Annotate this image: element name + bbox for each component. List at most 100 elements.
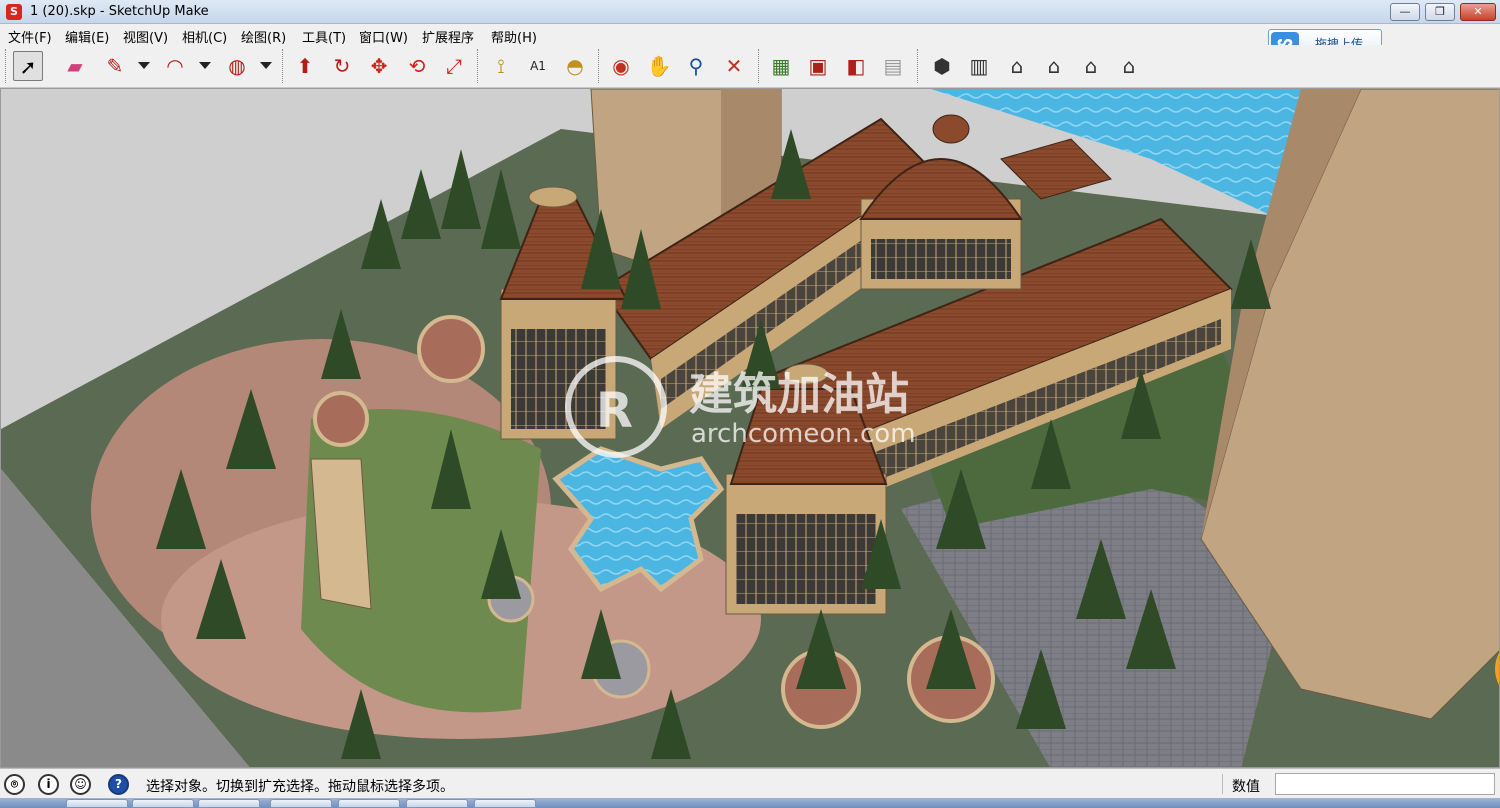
share-model-icon: ◧	[846, 54, 866, 78]
pan-tool-button[interactable]: ✋	[644, 51, 674, 81]
menu-file[interactable]: 文件(F)	[8, 27, 52, 46]
move-arrows-icon: ✥	[370, 54, 388, 78]
toolbar-grip[interactable]	[477, 49, 481, 83]
front-house-icon: ⌂	[1010, 54, 1024, 78]
minimize-button[interactable]: —	[1390, 3, 1420, 21]
menu-extensions[interactable]: 扩展程序	[422, 27, 474, 46]
taskbar-button[interactable]	[406, 799, 468, 808]
shape-tool-button[interactable]: ◍	[222, 51, 252, 81]
zoom-extents-tool-button[interactable]: ✕	[719, 51, 749, 81]
right-view-button[interactable]: ⌂	[1039, 51, 1069, 81]
arc-tool-button[interactable]: ◠	[160, 51, 190, 81]
rotate-icon: ⟲	[408, 54, 426, 78]
planter	[313, 391, 369, 447]
maximize-button[interactable]: ❐	[1425, 3, 1455, 21]
menu-edit[interactable]: 编辑(E)	[65, 27, 109, 46]
watermark-subtext: archcomeon.com	[691, 419, 916, 449]
left-view-button[interactable]: ⌂	[1114, 51, 1144, 81]
measurements-input[interactable]	[1275, 773, 1495, 795]
taskbar-button[interactable]	[132, 799, 194, 808]
orbit-icon: ◉	[612, 54, 630, 78]
title-bar: S 1 (20).skp - SketchUp Make — ❐ ✕	[0, 0, 1500, 24]
taskbar-button[interactable]	[474, 799, 536, 808]
select-tool-button[interactable]: ➚	[13, 51, 43, 81]
shape-dropdown-icon[interactable]	[260, 62, 272, 69]
turret-right-windows	[736, 514, 876, 604]
hand-icon: ✋	[646, 54, 672, 78]
top-house-icon: ▥	[969, 54, 989, 78]
paint-bucket-icon: ◓	[566, 54, 584, 78]
line-tool-button[interactable]: ✎	[100, 51, 130, 81]
magnifier-icon: ⚲	[688, 54, 704, 78]
text-tool-button[interactable]: A1	[523, 51, 553, 81]
push-pull-icon: ⬆	[296, 54, 314, 78]
tape-measure-icon: ⟟	[497, 54, 505, 78]
select-arrow-icon: ➚	[19, 55, 37, 79]
sketchup-window: S 1 (20).skp - SketchUp Make — ❐ ✕ 文件(F)…	[0, 0, 1500, 808]
watermark-text: 建筑加油站	[689, 369, 909, 420]
menu-tools[interactable]: 工具(T)	[302, 27, 346, 46]
menu-camera[interactable]: 相机(C)	[182, 27, 227, 46]
iso-house-icon: ⬢	[933, 54, 951, 78]
orbit-tool-button[interactable]: ◉	[606, 51, 636, 81]
geolocation-icon[interactable]: ⌾	[4, 774, 25, 795]
measurements-label: 数值	[1232, 779, 1260, 795]
pencil-icon: ✎	[106, 54, 124, 78]
push-pull-tool-button[interactable]: ⬆	[290, 51, 320, 81]
eraser-tool-button[interactable]: ▰	[60, 51, 90, 81]
add-location-button[interactable]: ▦	[766, 51, 796, 81]
line-dropdown-icon[interactable]	[138, 62, 150, 69]
zoom-tool-button[interactable]: ⚲	[681, 51, 711, 81]
credits-info-icon[interactable]: i	[38, 774, 59, 795]
left-house-icon: ⌂	[1122, 54, 1136, 78]
iso-view-button[interactable]: ⬢	[927, 51, 957, 81]
scale-tool-button[interactable]: ⤢	[439, 51, 469, 81]
menu-window[interactable]: 窗口(W)	[359, 27, 408, 46]
toolbar-grip[interactable]	[282, 49, 286, 83]
status-message: 选择对象。切换到扩充选择。拖动鼠标选择多项。	[146, 779, 454, 795]
close-button[interactable]: ✕	[1460, 3, 1496, 21]
top-view-button[interactable]: ▥	[964, 51, 994, 81]
planter	[417, 315, 485, 383]
toolbar-grip[interactable]	[598, 49, 602, 83]
toolbar-grip[interactable]	[5, 49, 9, 83]
menu-view[interactable]: 视图(V)	[123, 27, 168, 46]
garden-stairs	[310, 458, 372, 610]
toolbar-grip[interactable]	[917, 49, 921, 83]
move-tool-button[interactable]: ✥	[364, 51, 394, 81]
taskbar-button[interactable]	[66, 799, 128, 808]
window-title: 1 (20).skp - SketchUp Make	[30, 4, 209, 19]
model-viewport[interactable]: R 建筑加油站 archcomeon.com	[0, 88, 1500, 768]
turret-left-windows	[511, 329, 606, 429]
taskbar-button[interactable]	[270, 799, 332, 808]
paint-bucket-tool-button[interactable]: ◓	[560, 51, 590, 81]
toolbar-grip[interactable]	[758, 49, 762, 83]
user-account-icon[interactable]: ☺	[70, 774, 91, 795]
right-house-icon: ⌂	[1047, 54, 1061, 78]
front-view-button[interactable]: ⌂	[1002, 51, 1032, 81]
tape-measure-tool-button[interactable]: ⟟	[486, 51, 516, 81]
warehouse-icon: ▣	[808, 54, 828, 78]
share-model-button[interactable]: ◧	[841, 51, 871, 81]
menu-draw[interactable]: 绘图(R)	[241, 27, 286, 46]
eraser-icon: ▰	[67, 54, 83, 78]
menu-help[interactable]: 帮助(H)	[491, 27, 537, 46]
3d-warehouse-button[interactable]: ▣	[803, 51, 833, 81]
arc-dropdown-icon[interactable]	[199, 62, 211, 69]
follow-me-icon: ↻	[333, 54, 351, 78]
status-separator	[1222, 774, 1223, 794]
help-icon[interactable]: ?	[108, 774, 129, 795]
back-view-button[interactable]: ⌂	[1076, 51, 1106, 81]
main-toolbar: ➚ ▰ ✎ ◠ ◍ ⬆ ↻ ✥ ⟲ ⤢ ⟟ A1 ◓ ◉ ✋ ⚲ ✕ ▦ ▣ ◧…	[0, 45, 1500, 88]
extension-warehouse-button[interactable]: ▤	[878, 51, 908, 81]
arc-icon: ◠	[166, 54, 184, 78]
model-render: R 建筑加油站 archcomeon.com	[1, 89, 1499, 767]
turret-left-cap	[528, 186, 578, 208]
sketchup-logo-icon: S	[6, 4, 22, 20]
taskbar-button[interactable]	[338, 799, 400, 808]
dome-lantern	[932, 114, 970, 144]
follow-me-tool-button[interactable]: ↻	[327, 51, 357, 81]
map-location-icon: ▦	[771, 54, 791, 78]
taskbar-button[interactable]	[198, 799, 260, 808]
rotate-tool-button[interactable]: ⟲	[402, 51, 432, 81]
